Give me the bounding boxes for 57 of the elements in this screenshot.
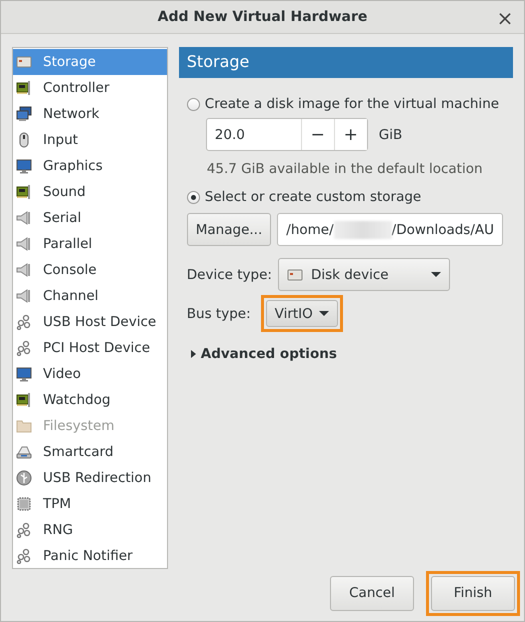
- radio-button[interactable]: [186, 98, 200, 111]
- gears-icon: [16, 340, 32, 356]
- monitor-icon: [16, 366, 32, 382]
- advanced-options-expander[interactable]: Advanced options: [190, 346, 503, 362]
- folder-icon: [16, 418, 32, 434]
- path-field[interactable]: /home/ /Downloads/AU: [277, 213, 503, 246]
- gears-icon: [16, 314, 32, 330]
- close-button[interactable]: ×: [494, 7, 516, 29]
- device-type-dropdown[interactable]: Disk device: [278, 258, 450, 292]
- dialog-button[interactable]: Cancel: [330, 576, 414, 611]
- hardware-list-item[interactable]: Console: [13, 257, 167, 284]
- usb-icon: [16, 470, 32, 486]
- manage-button[interactable]: Manage...: [186, 213, 272, 246]
- window-title: Add New Virtual Hardware: [158, 9, 368, 26]
- chip-icon: [16, 496, 32, 512]
- bus-type-dropdown[interactable]: VirtIO: [266, 300, 338, 328]
- bus-type-label: Bus type:: [186, 306, 251, 322]
- card-reader-icon: [16, 444, 32, 460]
- hardware-list-item[interactable]: Controller: [13, 75, 167, 102]
- connector-plug-icon: [16, 262, 32, 278]
- dialog-button[interactable]: Finish: [431, 576, 515, 611]
- radio-label: Create a disk image for the virtual machine: [204, 96, 500, 112]
- radio-label: Select or create custom storage: [204, 189, 422, 206]
- size-input[interactable]: 20.0: [206, 119, 301, 150]
- hardware-list-item[interactable]: Graphics: [13, 153, 167, 180]
- hardware-list-item[interactable]: RNG: [13, 517, 167, 544]
- radio-button[interactable]: [186, 190, 200, 204]
- expansion-card-icon: [16, 392, 32, 408]
- connector-plug-icon: [16, 236, 32, 252]
- expansion-card-icon: [16, 80, 32, 96]
- hardware-list-item[interactable]: PCI Host Device: [13, 335, 167, 362]
- size-spinner[interactable]: 20.0 − +: [206, 118, 368, 152]
- hardware-list-item[interactable]: Input: [13, 127, 167, 154]
- available-space-text: 45.7 GiB available in the default location: [206, 161, 484, 178]
- hardware-list-item[interactable]: TPM: [13, 491, 167, 518]
- hardware-list-item[interactable]: Video: [13, 361, 167, 388]
- monitor-icon: [16, 158, 32, 174]
- increment-button[interactable]: +: [334, 119, 367, 150]
- connector-plug-icon: [16, 288, 32, 304]
- hardware-list-item[interactable]: Panic Notifier: [13, 543, 167, 570]
- expansion-card-icon: [16, 184, 32, 200]
- hardware-list-item[interactable]: Channel: [13, 283, 167, 310]
- gears-icon: [16, 548, 32, 564]
- hardware-list-item[interactable]: Sound: [13, 179, 167, 206]
- gears-icon: [16, 522, 32, 538]
- unit-label: GiB: [378, 126, 402, 143]
- hardware-list-item[interactable]: Watchdog: [13, 387, 167, 414]
- connector-plug-icon: [16, 210, 32, 226]
- hardware-list-item[interactable]: Parallel: [13, 231, 167, 258]
- hardware-list-item[interactable]: Serial: [13, 205, 167, 232]
- device-type-label: Device type:: [186, 266, 272, 283]
- hardware-list-item[interactable]: Network: [13, 101, 167, 128]
- hardware-list-item[interactable]: USB Redirection: [13, 465, 167, 492]
- hardware-list-item[interactable]: USB Host Device: [13, 309, 167, 336]
- hardware-list-item[interactable]: Smartcard: [13, 439, 167, 466]
- section-header: Storage: [178, 47, 513, 78]
- network-computers-icon: [16, 106, 32, 122]
